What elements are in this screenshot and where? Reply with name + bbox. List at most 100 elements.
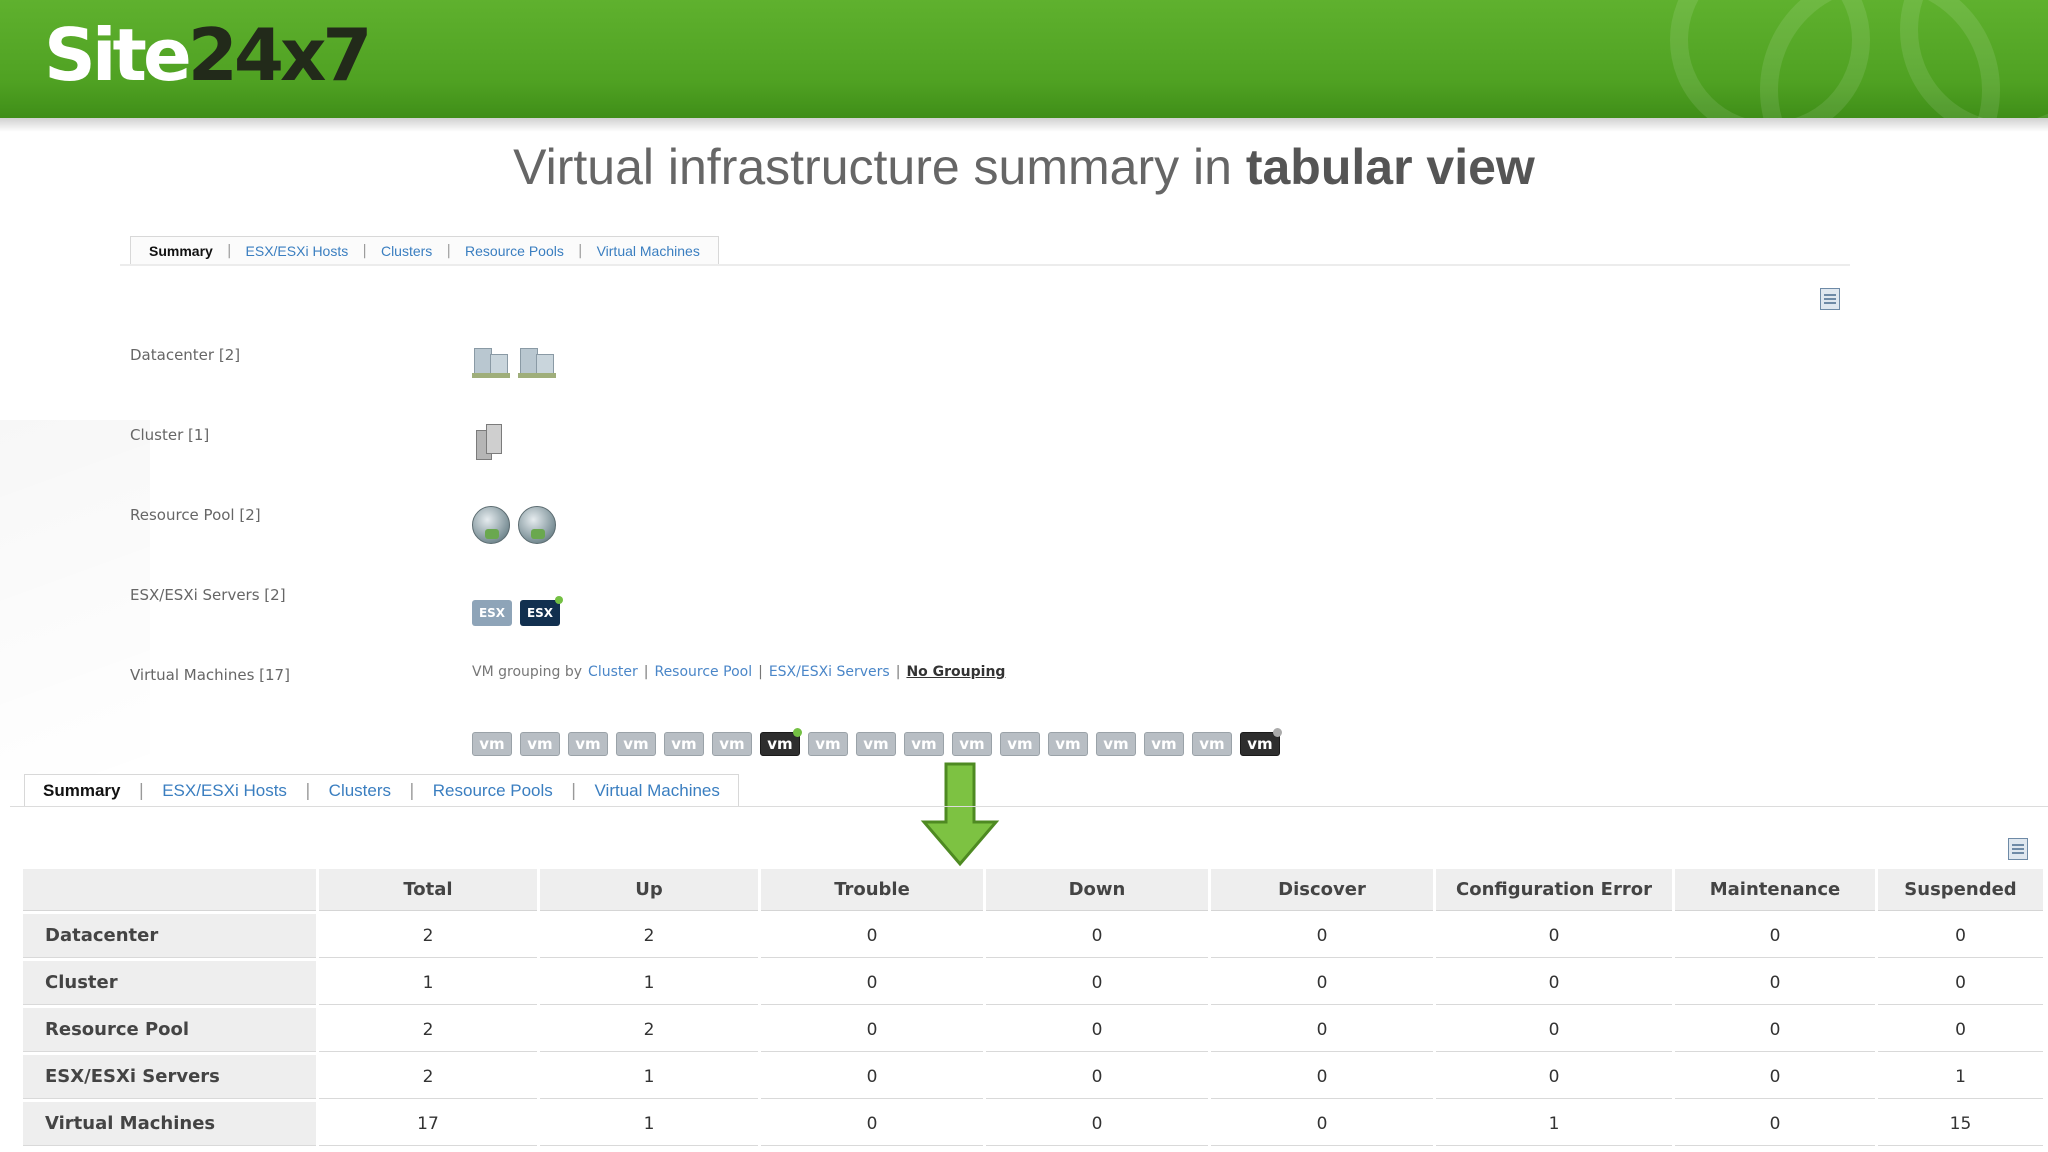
table-cell[interactable]: 2 [319, 1055, 537, 1099]
arrow-down-icon [920, 762, 1000, 867]
tab-esx-hosts[interactable]: ESX/ESXi Hosts [246, 243, 349, 259]
vm-icon[interactable]: vm [712, 732, 752, 756]
tab-esx-hosts[interactable]: ESX/ESXi Hosts [162, 781, 287, 801]
vm-grouping-prefix: VM grouping by [472, 664, 583, 680]
table-cell[interactable]: 0 [1436, 1055, 1672, 1099]
tab-clusters[interactable]: Clusters [381, 243, 432, 259]
table-cell[interactable]: 15 [1878, 1102, 2043, 1146]
report-document-icon[interactable] [2008, 838, 2028, 860]
report-document-icon[interactable] [1820, 288, 1840, 310]
vm-icon-running[interactable]: vm [760, 728, 802, 756]
table-cell[interactable]: 0 [1675, 1055, 1875, 1099]
table-cell[interactable]: 2 [540, 1008, 758, 1052]
resource-pool-icon[interactable] [518, 506, 556, 544]
table-cell[interactable]: 0 [1675, 1008, 1875, 1052]
vm-icon[interactable]: vm [616, 732, 656, 756]
table-cell[interactable]: 2 [319, 914, 537, 958]
vm-icon[interactable]: vm [1096, 732, 1136, 756]
table-cell[interactable]: 0 [1211, 1102, 1433, 1146]
tab-separator: | [577, 242, 583, 259]
vm-group-resource-pool-link[interactable]: Resource Pool [654, 664, 752, 680]
summary-table: Total Up Trouble Down Discover Configura… [20, 866, 2046, 1149]
tab-resource-pools[interactable]: Resource Pools [433, 781, 553, 801]
tab-resource-pools[interactable]: Resource Pools [465, 243, 564, 259]
table-cell[interactable]: 0 [1211, 1008, 1433, 1052]
tab-virtual-machines[interactable]: Virtual Machines [597, 243, 700, 259]
cluster-icon[interactable] [472, 422, 506, 462]
table-cell[interactable]: 0 [1878, 1008, 2043, 1052]
table-cell[interactable]: 0 [1211, 961, 1433, 1005]
inventory-tabbar: Summary | ESX/ESXi Hosts | Clusters | Re… [130, 236, 719, 264]
datacenter-icon[interactable] [518, 344, 556, 378]
table-row: Datacenter 2 2 0 0 0 0 0 0 [23, 914, 2043, 958]
vm-icon[interactable]: vm [1192, 732, 1232, 756]
table-cell[interactable]: 2 [319, 1008, 537, 1052]
tab-clusters[interactable]: Clusters [329, 781, 391, 801]
table-cell[interactable]: 0 [1211, 1055, 1433, 1099]
table-cell[interactable]: 0 [1436, 961, 1672, 1005]
tab-separator: | [226, 242, 232, 259]
tab-virtual-machines[interactable]: Virtual Machines [595, 781, 720, 801]
vm-group-cluster-link[interactable]: Cluster [588, 664, 638, 680]
vm-icon[interactable]: vm [1048, 732, 1088, 756]
table-cell[interactable]: 1 [540, 1055, 758, 1099]
table-cell[interactable]: 0 [761, 1055, 983, 1099]
vm-group-no-grouping-link[interactable]: No Grouping [906, 664, 1005, 680]
table-cell[interactable]: 0 [761, 961, 983, 1005]
table-cell[interactable]: 1 [1878, 1055, 2043, 1099]
vm-icon[interactable]: vm [808, 732, 848, 756]
vm-icon[interactable]: vm [1000, 732, 1040, 756]
table-cell[interactable]: 0 [986, 1008, 1208, 1052]
table-cell[interactable]: 0 [1878, 961, 2043, 1005]
table-cell[interactable]: 0 [986, 1102, 1208, 1146]
vm-group-esx-link[interactable]: ESX/ESXi Servers [769, 664, 890, 680]
tab-summary[interactable]: Summary [43, 781, 120, 801]
table-cell[interactable]: 0 [1675, 961, 1875, 1005]
inventory-view: Summary | ESX/ESXi Hosts | Clusters | Re… [120, 230, 1850, 770]
table-cell[interactable]: 0 [1878, 914, 2043, 958]
esx-server-icon[interactable]: ESX [472, 600, 512, 626]
table-cell[interactable]: 1 [540, 961, 758, 1005]
vm-icon-configuring[interactable]: vm [1240, 728, 1282, 756]
vm-icon[interactable]: vm [664, 732, 704, 756]
table-cell[interactable]: 0 [986, 961, 1208, 1005]
tab-underline [120, 264, 1850, 266]
row-label: Datacenter [23, 914, 316, 958]
vm-icon[interactable]: vm [472, 732, 512, 756]
table-cell[interactable]: 17 [319, 1102, 537, 1146]
table-header-row: Total Up Trouble Down Discover Configura… [23, 869, 2043, 911]
table-cell[interactable]: 0 [1211, 914, 1433, 958]
vm-icon[interactable]: vm [904, 732, 944, 756]
table-cell[interactable]: 1 [319, 961, 537, 1005]
vm-icon[interactable]: vm [520, 732, 560, 756]
table-cell[interactable]: 0 [761, 1102, 983, 1146]
vm-icon[interactable]: vm [952, 732, 992, 756]
column-header: Up [540, 869, 758, 911]
table-cell[interactable]: 0 [986, 1055, 1208, 1099]
header-banner: Site24x7 [0, 0, 2048, 118]
table-cell[interactable]: 0 [986, 914, 1208, 958]
column-header: Maintenance [1675, 869, 1875, 911]
table-cell[interactable]: 1 [540, 1102, 758, 1146]
datacenter-icon[interactable] [472, 344, 510, 378]
vm-icon[interactable]: vm [1144, 732, 1184, 756]
table-cell[interactable]: 2 [540, 914, 758, 958]
table-cell[interactable]: 1 [1436, 1102, 1672, 1146]
table-cell[interactable]: 0 [1436, 914, 1672, 958]
table-cell[interactable]: 0 [761, 1008, 983, 1052]
resource-pool-icon[interactable] [472, 506, 510, 544]
vm-icon[interactable]: vm [568, 732, 608, 756]
row-label: ESX/ESXi Servers [23, 1055, 316, 1099]
table-cell[interactable]: 0 [1675, 914, 1875, 958]
datacenter-label: Datacenter [2] [130, 346, 241, 364]
esx-server-icon-active[interactable]: ESX [520, 596, 563, 626]
row-label: Virtual Machines [23, 1102, 316, 1146]
tab-summary[interactable]: Summary [149, 243, 213, 259]
table-cell[interactable]: 0 [1675, 1102, 1875, 1146]
vm-icon[interactable]: vm [856, 732, 896, 756]
tab-separator: | [409, 780, 415, 801]
table-cell[interactable]: 0 [1436, 1008, 1672, 1052]
table-row: Virtual Machines 17 1 0 0 0 1 0 15 [23, 1102, 2043, 1146]
tab-separator: | [446, 242, 452, 259]
table-cell[interactable]: 0 [761, 914, 983, 958]
